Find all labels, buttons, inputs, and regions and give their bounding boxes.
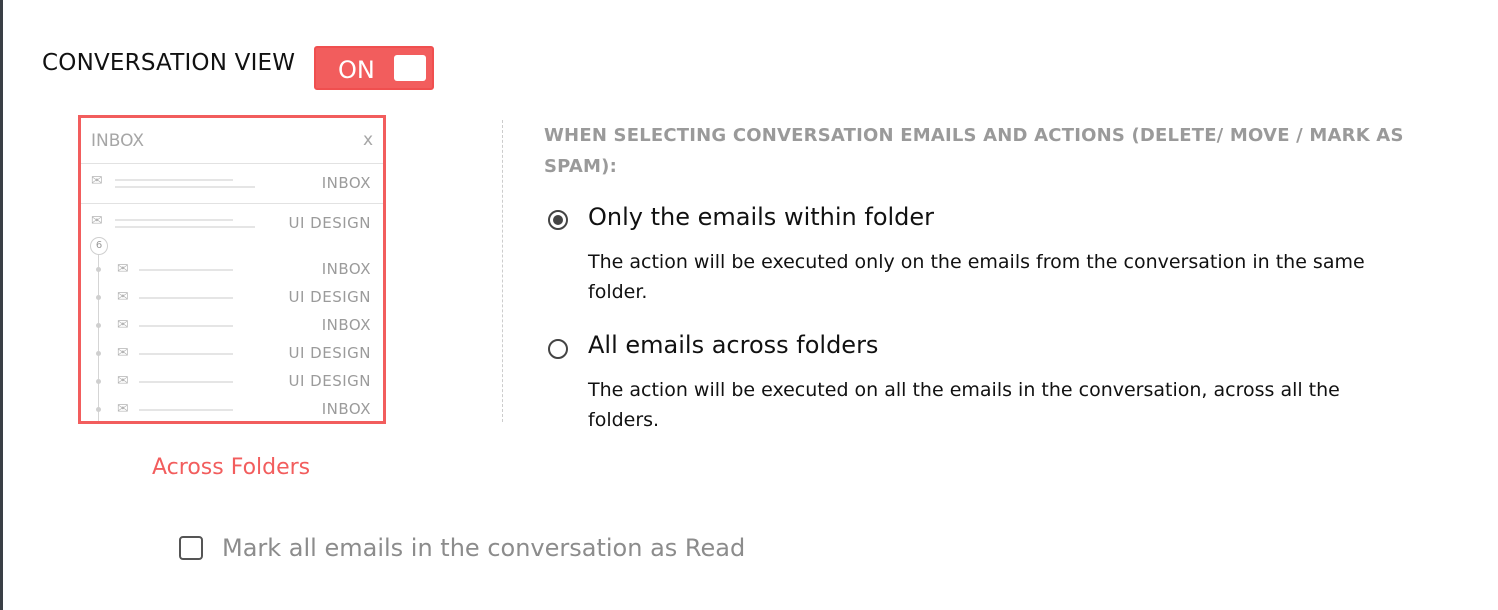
preview-line [139, 381, 233, 383]
thread-dot [96, 267, 101, 272]
thread-row: ✉ UI DESIGN [81, 288, 383, 312]
option-within-folder-label[interactable]: Only the emails within folder [588, 203, 934, 231]
thread-dot [96, 323, 101, 328]
envelope-open-icon: ✉ [91, 213, 103, 229]
thread-row-folder: UI DESIGN [288, 372, 371, 390]
preview-row-folder: UI DESIGN [288, 214, 371, 232]
envelope-open-icon: ✉ [117, 345, 129, 361]
preview-row-folder: INBOX [321, 174, 371, 192]
preview-line [115, 226, 255, 228]
conversation-view-label: CONVERSATION VIEW [42, 50, 296, 76]
mark-read-checkbox[interactable] [179, 536, 203, 560]
preview-line [115, 219, 233, 221]
thread-row: ✉ INBOX [81, 260, 383, 284]
dashed-divider [502, 120, 503, 422]
radio-within-folder[interactable] [548, 210, 568, 230]
thread-row-folder: UI DESIGN [288, 344, 371, 362]
conversation-preview-illustration: INBOX x ✉ INBOX ✉ UI DESIGN 6 ✉ INBOX ✉ … [78, 115, 386, 424]
option-across-folders-label[interactable]: All emails across folders [588, 331, 878, 359]
thread-row: ✉ INBOX [81, 400, 383, 421]
preview-line [139, 269, 233, 271]
preview-line [115, 179, 233, 181]
thread-row-folder: UI DESIGN [288, 288, 371, 306]
envelope-open-icon: ✉ [91, 173, 103, 189]
preview-row: ✉ INBOX [81, 170, 383, 198]
preview-header: INBOX x [81, 118, 383, 164]
thread-row: ✉ INBOX [81, 316, 383, 340]
thread-dot [96, 351, 101, 356]
thread-row-folder: INBOX [321, 400, 371, 418]
preview-header-title: INBOX [91, 131, 145, 151]
preview-row: ✉ UI DESIGN [81, 210, 383, 238]
thread-dot [96, 407, 101, 412]
thread-count-badge: 6 [90, 237, 108, 255]
toggle-state-text: ON [338, 56, 375, 84]
toggle-knob[interactable] [394, 55, 426, 81]
conversation-view-toggle[interactable]: ON [314, 46, 434, 90]
radio-across-folders[interactable] [548, 339, 568, 359]
thread-row: ✉ UI DESIGN [81, 372, 383, 396]
preview-line [139, 297, 233, 299]
close-icon: x [362, 130, 373, 150]
preview-line [139, 353, 233, 355]
preview-line [139, 409, 233, 411]
envelope-open-icon: ✉ [117, 289, 129, 305]
envelope-open-icon: ✉ [117, 373, 129, 389]
option-within-folder-description: The action will be executed only on the … [588, 251, 1365, 303]
preview-line [115, 186, 255, 188]
preview-caption: Across Folders [152, 455, 311, 480]
option-across-folders-description: The action will be executed on all the e… [588, 379, 1340, 431]
options-heading: WHEN SELECTING CONVERSATION EMAILS AND A… [544, 125, 1404, 177]
thread-dot [96, 379, 101, 384]
thread-row-folder: INBOX [321, 316, 371, 334]
envelope-open-icon: ✉ [117, 401, 129, 417]
mark-read-label[interactable]: Mark all emails in the conversation as R… [222, 534, 745, 562]
envelope-open-icon: ✉ [117, 317, 129, 333]
preview-line [139, 325, 233, 327]
envelope-open-icon: ✉ [117, 261, 129, 277]
window-edge [0, 0, 3, 610]
thread-dot [96, 295, 101, 300]
preview-separator [81, 203, 383, 204]
thread-row: ✉ UI DESIGN [81, 344, 383, 368]
thread-row-folder: INBOX [321, 260, 371, 278]
